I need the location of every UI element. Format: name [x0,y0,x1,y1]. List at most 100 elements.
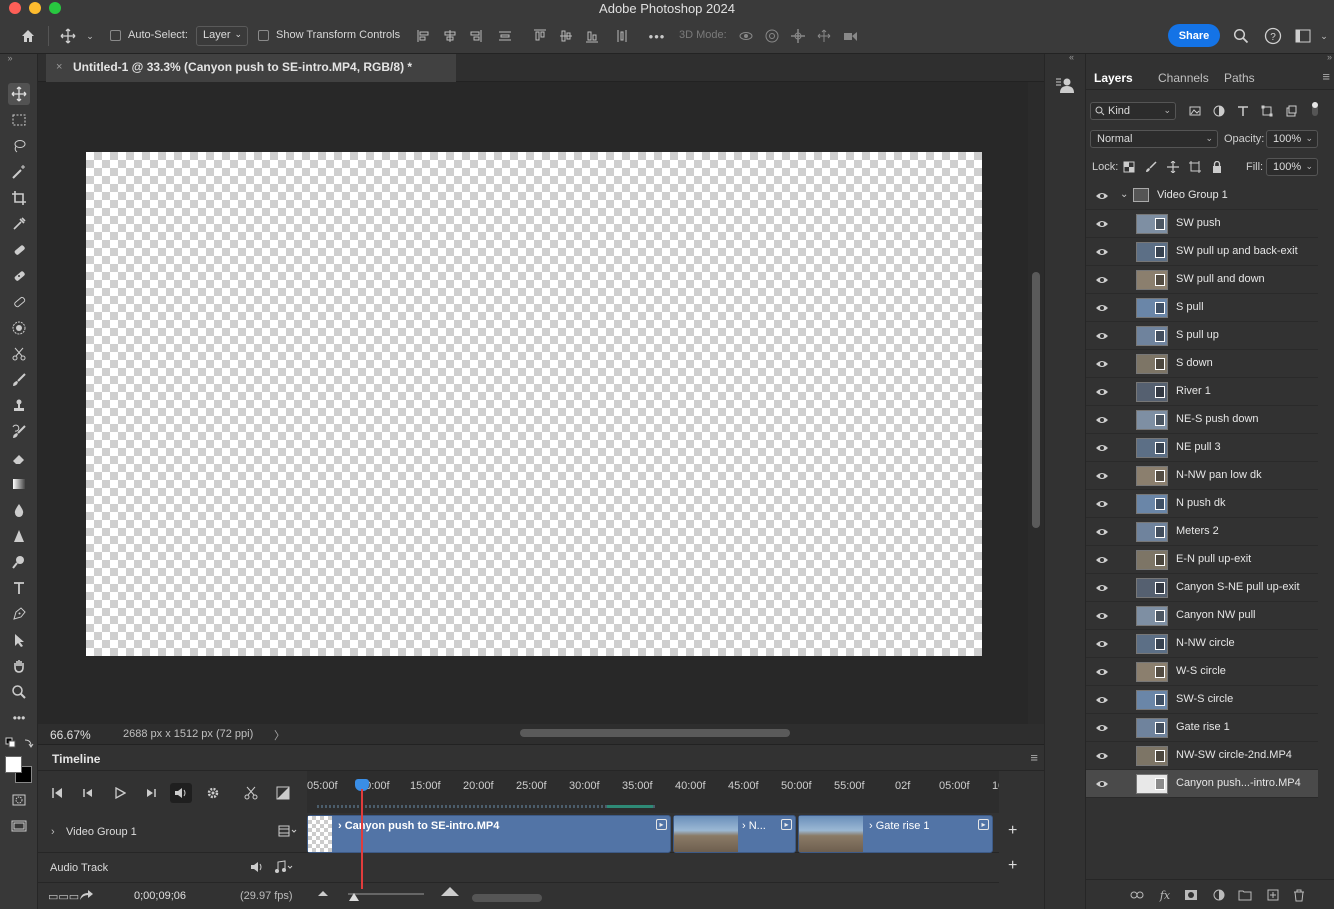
visibility-eye-icon[interactable] [1095,469,1109,483]
add-mask-icon[interactable] [1184,888,1198,902]
transition-icon[interactable] [272,783,294,803]
layer-row[interactable]: E-N pull up-exit [1086,546,1318,574]
align-left-icon[interactable] [416,24,432,48]
visibility-eye-icon[interactable] [1095,385,1109,399]
align-top-icon[interactable] [532,24,548,48]
visibility-eye-icon[interactable] [1095,777,1109,791]
distribute-horizontal-icon[interactable] [614,24,630,48]
quick-mask-icon[interactable] [8,789,30,811]
layer-row[interactable]: SW-S circle [1086,686,1318,714]
collapse-icon[interactable]: » [1327,52,1332,62]
layer-group-row[interactable]: ⌄ Video Group 1 [1086,182,1318,210]
transparent-canvas[interactable] [86,152,982,656]
opacity-field[interactable]: 100% ⌄ [1266,130,1318,148]
filter-toggle-icon[interactable] [1308,102,1322,116]
pen-tool-icon[interactable] [8,603,30,625]
align-center-icon[interactable] [442,24,458,48]
visibility-eye-icon[interactable] [1095,357,1109,371]
go-to-first-frame-icon[interactable] [46,783,68,803]
visibility-eye-icon[interactable] [1095,609,1109,623]
chevron-down-icon[interactable]: ⌄ [84,24,96,48]
menu-icon[interactable]: ≡ [1322,69,1330,84]
move-tool-preset-icon[interactable] [58,24,78,48]
layer-row[interactable]: S pull up [1086,322,1318,350]
fill-field[interactable]: 100% ⌄ [1266,158,1318,176]
trash-icon[interactable] [1292,888,1306,902]
marquee-tool-icon[interactable] [8,109,30,131]
share-button[interactable]: Share [1168,24,1220,47]
layer-styles-icon[interactable]: fx [1158,888,1172,902]
orbit-3d-icon[interactable] [736,24,756,48]
layer-row[interactable]: Canyon S-NE pull up-exit [1086,574,1318,602]
auto-select-target-dropdown[interactable]: Layer ⌄ [196,26,248,46]
previous-frame-icon[interactable] [77,783,99,803]
visibility-eye-icon[interactable] [1095,329,1109,343]
visibility-eye-icon[interactable] [1095,525,1109,539]
search-icon[interactable] [1230,24,1252,48]
mute-audio-icon[interactable] [170,783,192,803]
layer-row[interactable]: N push dk [1086,490,1318,518]
roll-3d-icon[interactable] [762,24,782,48]
layer-row[interactable]: Gate rise 1 [1086,714,1318,742]
layer-row[interactable]: NE-S push down [1086,406,1318,434]
work-area-bar[interactable] [317,805,657,808]
layer-row[interactable]: S pull [1086,294,1318,322]
settings-gear-icon[interactable] [202,783,224,803]
timeline-zoom-slider[interactable] [348,893,424,895]
healing-brush-tool-icon[interactable] [8,265,30,287]
clip-end-icon[interactable]: ▸ [978,819,989,830]
spot-healing-tool-icon[interactable] [8,239,30,261]
visibility-eye-icon[interactable] [1095,441,1109,455]
visibility-eye-icon[interactable] [1095,273,1109,287]
next-frame-icon[interactable] [140,783,162,803]
align-right-icon[interactable] [467,24,483,48]
path-selection-tool-icon[interactable] [8,629,30,651]
auto-select-checkbox[interactable] [110,30,121,41]
lock-transparent-pixels-icon[interactable] [1122,160,1136,174]
layer-row[interactable]: SW pull up and back-exit [1086,238,1318,266]
chevron-down-icon[interactable]: ⌄ [1120,189,1128,200]
smart-object-filter-icon[interactable] [1284,104,1298,118]
layer-row[interactable]: Canyon push...-intro.MP4 [1086,770,1318,798]
menu-icon[interactable]: ≡ [1030,750,1038,765]
tab-channels[interactable]: Channels [1158,71,1209,85]
visibility-eye-icon[interactable] [1095,217,1109,231]
visibility-eye-icon[interactable] [1095,693,1109,707]
clip-end-icon[interactable]: ▸ [656,819,667,830]
help-icon[interactable]: ? [1262,24,1284,48]
color-swatches[interactable] [5,756,33,784]
shape-filter-icon[interactable] [1260,104,1274,118]
zoom-out-mountain-icon[interactable] [316,887,330,901]
history-brush-tool-icon[interactable] [8,421,30,443]
new-layer-icon[interactable] [1266,888,1280,902]
film-strip-icon[interactable] [278,824,298,841]
visibility-eye-icon[interactable] [1095,749,1109,763]
status-menu-arrow[interactable]: 〉 [274,727,285,743]
screen-mode-icon[interactable] [8,815,30,837]
visibility-eye-icon[interactable] [1095,637,1109,651]
sharpen-tool-icon[interactable] [8,525,30,547]
filter-kind-dropdown[interactable]: Kind ⌄ [1090,102,1176,120]
magic-wand-tool-icon[interactable] [8,161,30,183]
layer-row[interactable]: Canyon NW pull [1086,602,1318,630]
pixel-filter-icon[interactable] [1188,104,1202,118]
layer-row[interactable]: SW pull and down [1086,266,1318,294]
hand-tool-icon[interactable] [8,655,30,677]
split-at-playhead-icon[interactable] [240,783,262,803]
timeline-scrollbar[interactable] [472,894,542,902]
visibility-eye-icon[interactable] [1095,413,1109,427]
content-aware-tool-icon[interactable] [8,317,30,339]
current-timecode[interactable]: 0;00;09;06 [134,890,186,902]
audio-volume-icon[interactable] [250,861,264,876]
video-clip[interactable]: › Gate rise 1 ▸ [798,815,993,853]
blur-tool-icon[interactable] [8,499,30,521]
brush-tool-icon[interactable] [8,369,30,391]
eyedropper-tool-icon[interactable] [8,213,30,235]
horizontal-scroll-thumb[interactable] [520,729,790,737]
layer-row[interactable]: W-S circle [1086,658,1318,686]
chevron-down-icon[interactable]: ⌄ [1318,24,1330,48]
vertical-scroll-thumb[interactable] [1032,272,1040,528]
link-layers-icon[interactable] [1130,888,1144,902]
visibility-eye-icon[interactable] [1095,189,1109,203]
layer-row[interactable]: Meters 2 [1086,518,1318,546]
